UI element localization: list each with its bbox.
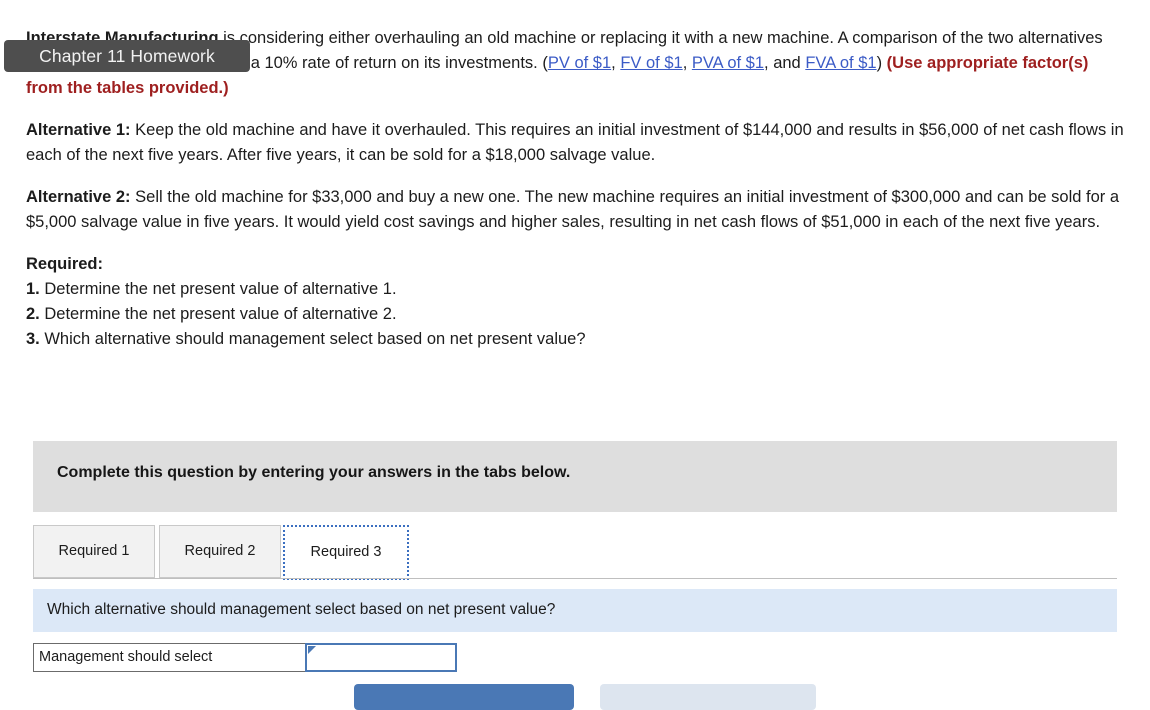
- browser-tab-tooltip: Chapter 11 Homework: [4, 40, 250, 72]
- required-item-1: 1. Determine the net present value of al…: [26, 277, 1124, 302]
- tab-required-2[interactable]: Required 2: [159, 525, 281, 578]
- alternative-1-paragraph: Alternative 1: Keep the old machine and …: [26, 118, 1124, 168]
- required-heading: Required:: [26, 255, 104, 273]
- tab-underline-divider: [33, 578, 1117, 579]
- question-text: Which alternative should management sele…: [47, 601, 556, 618]
- required-item-2-text: Determine the net present value of alter…: [39, 305, 397, 323]
- link-fv-of-1[interactable]: FV of $1: [620, 54, 682, 72]
- required-block: Required: 1. Determine the net present v…: [26, 252, 1124, 352]
- instruction-panel: Complete this question by entering your …: [33, 441, 1117, 512]
- answer-input-cell[interactable]: [305, 643, 457, 672]
- link-sep-2: ,: [682, 54, 692, 72]
- alternative-2-label: Alternative 2:: [26, 188, 131, 206]
- problem-statement: Interstate Manufacturing is considering …: [26, 26, 1124, 352]
- primary-action-button[interactable]: [354, 684, 574, 710]
- required-item-1-number: 1.: [26, 280, 40, 298]
- intro-close-paren: ): [876, 54, 887, 72]
- secondary-action-button[interactable]: [600, 684, 816, 710]
- homework-page: Interstate Manufacturing is considering …: [0, 0, 1150, 710]
- tab-required-1[interactable]: Required 1: [33, 525, 155, 578]
- required-item-3-text: Which alternative should management sele…: [39, 330, 586, 348]
- link-fva-of-1[interactable]: FVA of $1: [805, 54, 876, 72]
- answer-label-cell: Management should select: [33, 643, 306, 672]
- tab-required-3[interactable]: Required 3: [283, 525, 409, 580]
- alternative-2-text: Sell the old machine for $33,000 and buy…: [26, 188, 1120, 231]
- required-item-2: 2. Determine the net present value of al…: [26, 302, 1124, 327]
- alternative-1-label: Alternative 1:: [26, 121, 131, 139]
- required-item-3: 3. Which alternative should management s…: [26, 327, 1124, 352]
- required-item-2-number: 2.: [26, 305, 40, 323]
- link-sep-3: , and: [764, 54, 806, 72]
- instruction-text: Complete this question by entering your …: [57, 464, 571, 481]
- required-item-1-text: Determine the net present value of alter…: [39, 280, 397, 298]
- alternative-2-paragraph: Alternative 2: Sell the old machine for …: [26, 185, 1124, 235]
- tab-strip: Required 1 Required 2 Required 3: [33, 525, 1117, 580]
- management-selection-input[interactable]: [307, 645, 455, 670]
- question-bar: Which alternative should management sele…: [33, 589, 1117, 632]
- alternative-1-text: Keep the old machine and have it overhau…: [26, 121, 1124, 164]
- link-sep-1: ,: [611, 54, 621, 72]
- cell-marker-icon: [308, 646, 316, 654]
- required-item-3-number: 3.: [26, 330, 40, 348]
- link-pva-of-1[interactable]: PVA of $1: [692, 54, 764, 72]
- link-pv-of-1[interactable]: PV of $1: [548, 54, 611, 72]
